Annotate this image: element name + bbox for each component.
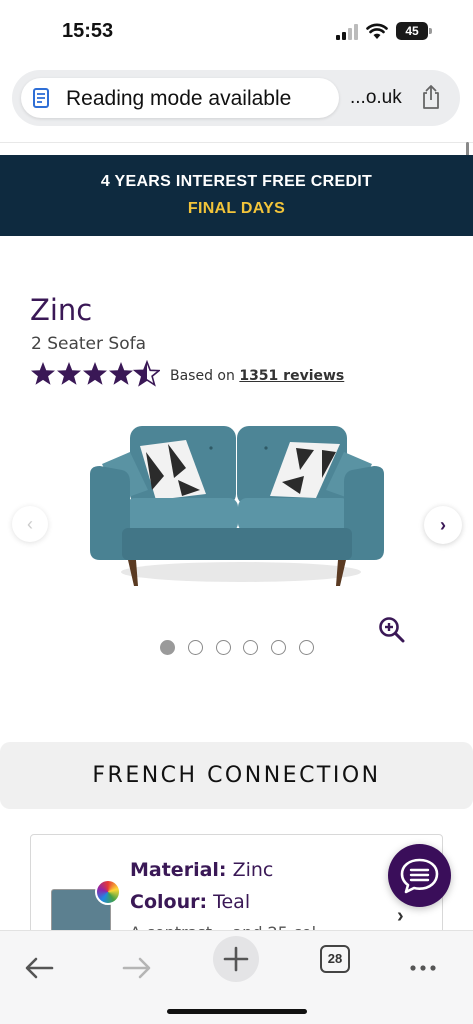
more-dots-icon[interactable] — [400, 941, 446, 987]
carousel-dot[interactable] — [243, 640, 259, 655]
star-icon — [83, 362, 107, 385]
carousel-dot[interactable] — [271, 640, 287, 655]
material-value: Zinc — [232, 859, 274, 881]
reviews-summary: Based on 1351 reviews — [170, 368, 344, 384]
promo-banner[interactable]: 4 YEARS INTEREST FREE CREDIT FINAL DAYS — [0, 155, 473, 236]
carousel-dot[interactable] — [187, 640, 203, 655]
material-line: Material: Zinc — [130, 859, 273, 881]
forward-arrow-icon[interactable] — [114, 941, 160, 987]
carousel-prev-button[interactable]: ‹ — [12, 506, 48, 542]
brand-bar[interactable]: FRENCH CONNECTION — [0, 742, 473, 809]
promo-subline: FINAL DAYS — [187, 200, 286, 217]
reading-mode-label: Reading mode available — [66, 87, 292, 110]
plus-icon — [223, 946, 249, 972]
colour-line: Colour: Teal — [130, 891, 250, 913]
promo-headline: 4 YEARS INTEREST FREE CREDIT — [100, 173, 373, 190]
back-arrow-icon[interactable] — [16, 941, 62, 987]
status-time: 15:53 — [62, 20, 114, 42]
home-indicator — [167, 1009, 307, 1014]
chevron-left-icon: ‹ — [27, 514, 33, 534]
star-icon — [31, 362, 55, 385]
product-title: Zinc — [30, 293, 93, 327]
reviews-link[interactable]: 1351 reviews — [239, 368, 344, 384]
battery-icon: 45 — [396, 22, 432, 40]
chat-bubble-icon — [400, 858, 439, 894]
material-key: Material: — [130, 859, 227, 881]
chevron-right-icon: › — [397, 905, 404, 927]
product-type: 2 Seater Sofa — [31, 334, 146, 354]
reviews-prefix: Based on — [170, 368, 235, 384]
carousel-next-button[interactable]: › — [424, 506, 462, 544]
carousel-dot[interactable] — [299, 640, 314, 655]
reader-icon — [33, 88, 49, 108]
cellular-signal-icon — [336, 24, 358, 40]
rating-stars — [31, 361, 160, 386]
reading-mode-button[interactable]: Reading mode available — [21, 78, 339, 118]
address-bar[interactable]: Reading mode available ...o.uk — [12, 70, 460, 126]
url-text[interactable]: ...o.uk — [350, 87, 402, 109]
color-wheel-icon — [95, 879, 121, 905]
status-bar: 15:53 45 — [0, 0, 473, 62]
zoom-in-icon[interactable] — [378, 616, 406, 644]
product-image — [90, 426, 384, 586]
star-icon — [57, 362, 81, 385]
share-icon[interactable] — [420, 84, 442, 110]
brand-logo: FRENCH CONNECTION — [92, 763, 381, 788]
colour-key: Colour: — [130, 891, 208, 913]
colour-value: Teal — [213, 891, 251, 913]
chat-button[interactable] — [388, 844, 451, 907]
carousel-dot[interactable] — [215, 640, 231, 655]
battery-level: 45 — [396, 22, 428, 40]
chevron-right-icon: › — [440, 515, 446, 535]
divider — [0, 142, 473, 143]
wifi-icon — [366, 23, 388, 39]
tab-switcher-button[interactable]: 28 — [320, 945, 350, 973]
carousel-dot[interactable] — [160, 640, 175, 655]
new-tab-button[interactable] — [213, 936, 259, 982]
star-icon — [109, 362, 133, 385]
